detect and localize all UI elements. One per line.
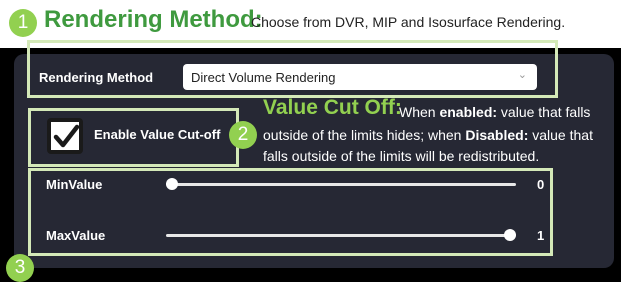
chevron-down-icon: ⌄ — [517, 69, 527, 81]
rendering-method-title-text: Rendering Method — [44, 6, 255, 33]
rendering-method-select[interactable]: Direct Volume Rendering ⌄ — [183, 64, 537, 90]
rendering-method-title: Rendering Method: — [44, 6, 263, 34]
value-cutoff-line-2-bold: Disabled: — [465, 127, 529, 143]
value-cutoff-line-3: falls outside of the limits will be redi… — [263, 148, 540, 164]
value-cutoff-line-2-prefix: outside of the limits hides; when — [263, 127, 466, 143]
max-value-slider-thumb[interactable] — [504, 229, 516, 241]
value-cutoff-line-1-prefix: When — [399, 104, 440, 120]
checkmark-icon — [53, 124, 79, 148]
max-value-label: MaxValue — [46, 228, 106, 243]
enable-value-cutoff-checkbox[interactable] — [47, 118, 83, 154]
min-value-label: MinValue — [46, 177, 103, 192]
value-cutoff-title-text: Value Cut Off — [263, 96, 395, 119]
step-badge-3: 3 — [6, 254, 34, 282]
rendering-method-selected-value: Direct Volume Rendering — [191, 69, 336, 85]
step-badge-1: 1 — [9, 9, 37, 37]
min-value-readout: 0 — [537, 177, 545, 192]
rendering-method-label: Rendering Method — [39, 70, 154, 85]
rendering-method-description: Choose from DVR, MIP and Isosurface Rend… — [251, 14, 566, 30]
max-value-readout: 1 — [537, 228, 545, 243]
step-badge-2: 2 — [229, 121, 257, 149]
min-value-slider-track[interactable] — [166, 183, 516, 186]
value-cutoff-line-1-suffix: value that falls — [497, 104, 591, 120]
value-cutoff-line-1-bold: enabled: — [439, 104, 498, 120]
value-cutoff-title: Value Cut Off: — [263, 96, 402, 120]
value-cutoff-line-2: outside of the limits hides; when Disabl… — [263, 127, 593, 143]
min-value-slider-thumb[interactable] — [166, 178, 178, 190]
max-value-slider-track[interactable] — [166, 234, 516, 237]
enable-value-cutoff-label: Enable Value Cut-off — [94, 127, 221, 142]
value-cutoff-line-2-suffix: value that — [528, 127, 593, 143]
value-cutoff-line-1: When enabled: value that falls — [399, 104, 590, 120]
